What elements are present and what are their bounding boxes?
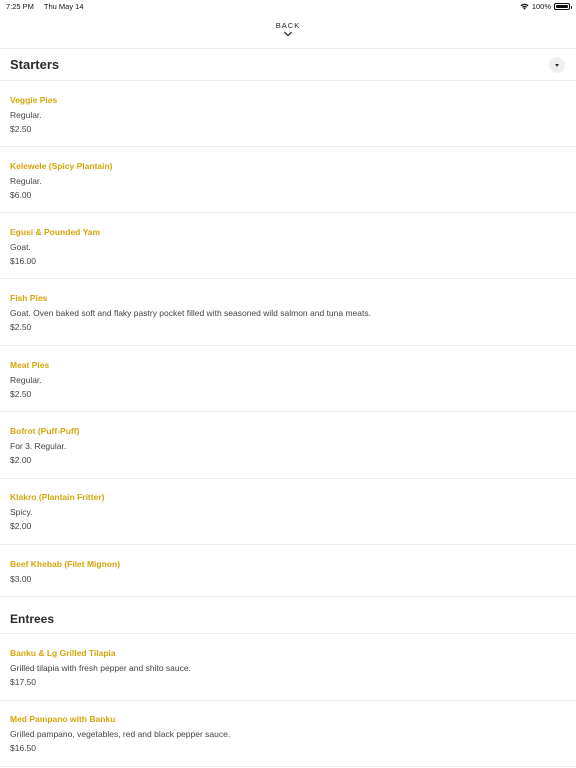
divider <box>0 80 576 81</box>
menu-item-description: Grilled pampano, vegetables, red and bla… <box>10 729 231 739</box>
status-time: 7:25 PM <box>6 2 34 11</box>
menu-item-description: Goat. <box>10 242 31 252</box>
divider <box>0 278 576 279</box>
menu-item-name: Fish Pies <box>10 293 48 303</box>
menu-item-description: Regular. <box>10 375 42 385</box>
divider <box>0 146 576 147</box>
status-date: Thu May 14 <box>43 2 84 11</box>
menu-item-description: Regular. <box>10 176 42 186</box>
divider <box>0 345 576 346</box>
menu-item-name: Beef Khebab (Filet Mignon) <box>10 559 121 569</box>
wifi-icon <box>520 3 529 10</box>
battery-icon <box>554 3 572 10</box>
status-bar: 7:25 PM Thu May 14 100% <box>0 0 576 12</box>
menu-item-name: Banku & Lg Grilled Tilapia <box>10 648 116 658</box>
menu-item-price: $16.00 <box>10 256 36 266</box>
divider <box>0 478 576 479</box>
menu-item-name: Klakro (Plantain Fritter) <box>10 492 105 502</box>
divider <box>0 766 576 767</box>
menu-item-price: $2.00 <box>10 521 32 531</box>
menu-item-price: $16.50 <box>10 743 36 753</box>
divider <box>0 544 576 545</box>
menu-item-price: $6.00 <box>10 190 32 200</box>
menu-item-price: $2.00 <box>10 455 32 465</box>
status-right: 100% <box>520 2 572 11</box>
menu-item-name: Kelewele (Spicy Plantain) <box>10 161 113 171</box>
divider <box>0 596 576 597</box>
menu-item-name: Egusi & Pounded Yam <box>10 227 101 237</box>
menu-item-name: Med Pampano with Banku <box>10 714 116 724</box>
status-left: 7:25 PM Thu May 14 <box>6 2 92 11</box>
menu-item-name: Veggie Pies <box>10 95 58 105</box>
section-title-starters: Starters <box>10 57 60 72</box>
menu-item-price: $2.50 <box>10 322 32 332</box>
menu-item-price: $17.50 <box>10 677 36 687</box>
divider <box>0 633 576 634</box>
battery-percentage: 100% <box>531 2 551 11</box>
section-collapse-button[interactable] <box>549 57 565 73</box>
caret-down-icon <box>555 63 559 67</box>
menu-item-description: Grilled tilapia with fresh pepper and sh… <box>10 663 191 673</box>
menu-item-description: For 3. Regular. <box>10 441 67 451</box>
menu-item-price: $2.50 <box>10 124 32 134</box>
back-button[interactable]: BACK <box>0 21 576 37</box>
divider <box>0 411 576 412</box>
back-label: BACK <box>275 21 301 30</box>
menu-item-price: $2.50 <box>10 389 32 399</box>
menu-item-description: Spicy. <box>10 507 33 517</box>
divider <box>0 700 576 701</box>
menu-item-description: Goat. Oven baked soft and flaky pastry p… <box>10 308 371 318</box>
menu-item-price: $3.00 <box>10 574 32 584</box>
menu-item-name: Meat Pies <box>10 360 50 370</box>
divider <box>0 212 576 213</box>
menu-item-description: Regular. <box>10 110 42 120</box>
divider <box>0 48 576 49</box>
section-title-entrees: Entrees <box>10 612 55 626</box>
menu-item-name: Bofrot (Puff-Puff) <box>10 426 80 436</box>
chevron-down-icon <box>284 31 292 37</box>
